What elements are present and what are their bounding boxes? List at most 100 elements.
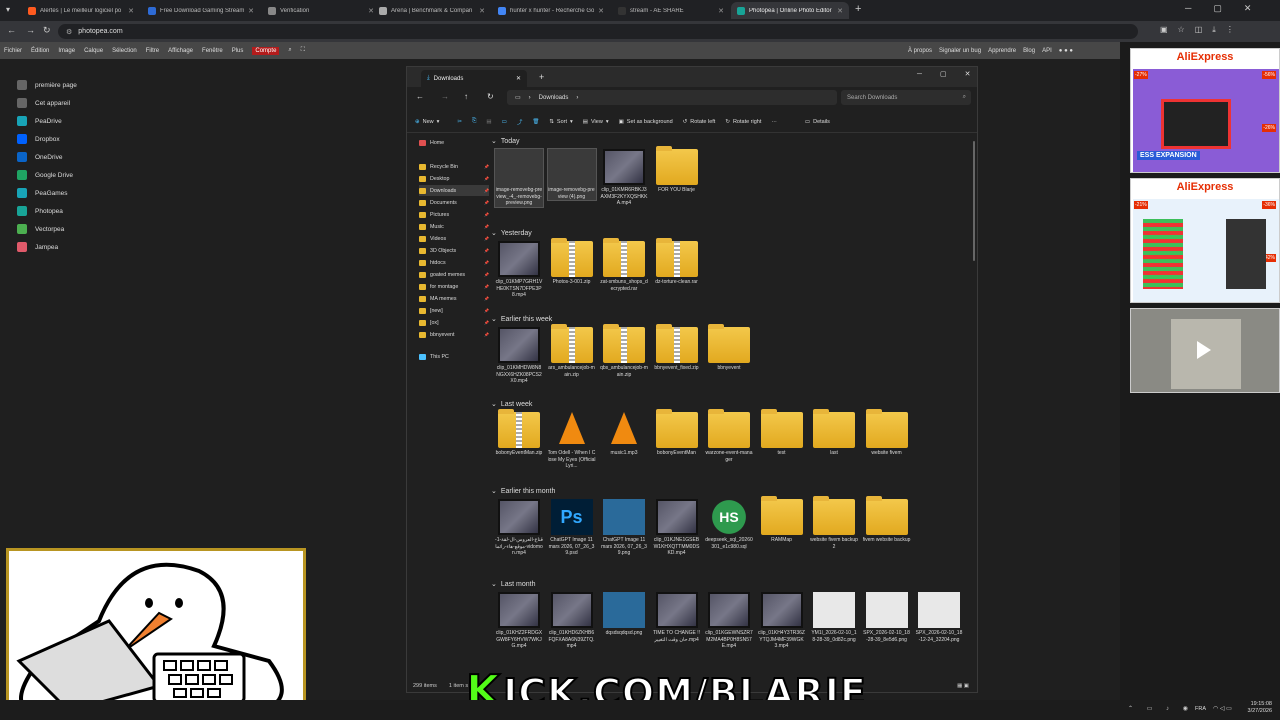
file-item[interactable]: website fivem backup 2 <box>810 496 858 550</box>
rotate-right-button[interactable]: ↻ Rotate right <box>725 119 761 125</box>
account-button[interactable]: Compte <box>252 46 280 55</box>
file-item[interactable]: clip_01KMP7GRH1VHE0KTSN7DFPE3P8.mp4 <box>495 241 543 299</box>
file-item[interactable]: bbnyevent <box>705 324 753 372</box>
forward-icon[interactable]: → <box>26 25 35 35</box>
file-item[interactable]: SPX_2026-02-10_18-12-24_32204.png <box>915 592 963 643</box>
storage-item[interactable]: Cet appareil <box>17 98 70 108</box>
file-item[interactable]: clip_01KMR6RBKJ3AXM3F2KYXQSHKKA.mp4 <box>600 149 648 207</box>
nav-item[interactable]: MA memes 📌 <box>419 293 489 304</box>
link-blog[interactable]: Blog <box>1023 48 1035 54</box>
up-icon[interactable]: ↑ <box>464 92 468 101</box>
file-item[interactable]: clip_01KMHDW8N8NGXX6HZK08PCS2X0.mp4 <box>495 327 543 385</box>
file-item[interactable]: clip_01KH4Y3TR36ZYTQJM4MF39WGK3.mp4 <box>758 592 806 650</box>
storage-item[interactable]: Dropbox <box>17 134 60 144</box>
storage-item[interactable]: première page <box>17 80 77 90</box>
browser-tab[interactable]: hunter x hunter - Recherche Go ✕ <box>492 2 610 19</box>
browser-tab[interactable]: Photopea | Online Photo Editor ✕ <box>731 2 849 19</box>
file-item[interactable]: ChatGPT Image 11 mars 2026, 07_26_39.png <box>600 499 648 557</box>
file-item[interactable]: clip_01KJNE1GSEBW1KHXQTTMM0DSKD.mp4 <box>653 499 701 557</box>
tray-icons[interactable]: ⌃ ▭ ♪ ◉ <box>1128 705 1194 712</box>
file-item[interactable]: music1.mp3 <box>600 412 648 457</box>
file-item[interactable]: image-removebg-preview (4).png <box>546 147 597 202</box>
file-item[interactable]: clip_01KGEWNSZR7M2MA4BP0H8SN57E.mp4 <box>705 592 753 650</box>
menu-item[interactable]: Filtre <box>146 48 159 54</box>
explorer-tab[interactable]: ⤓ Downloads ✕ <box>421 70 527 87</box>
file-item[interactable]: fivem website backup <box>863 496 911 544</box>
browser-tab[interactable]: Alertes | Le meilleur logiciel po ✕ <box>22 2 140 19</box>
nav-item[interactable]: Pictures 📌 <box>419 209 489 220</box>
storage-item[interactable]: OneDrive <box>17 152 62 162</box>
close-tab-icon[interactable]: ✕ <box>248 7 254 15</box>
nav-item[interactable]: goated memes 📌 <box>419 269 489 280</box>
paste-icon[interactable]: ▤ <box>486 119 491 125</box>
menu-item[interactable]: Calque <box>84 48 103 54</box>
file-item[interactable]: zat-smbuns_shops_decrypted.rar <box>600 238 648 292</box>
browser-tab[interactable]: Arena | Benchmark & Compari ✕ <box>373 2 491 19</box>
breadcrumb[interactable]: ▭ › Downloads › <box>507 90 837 105</box>
copy-icon[interactable]: ⎘ <box>472 118 476 125</box>
nav-item[interactable]: Home <box>419 137 489 148</box>
social-icons[interactable]: ● ● ● <box>1059 48 1073 54</box>
file-item[interactable]: HS deepseek_sql_20260301_e1c980.sql <box>705 499 753 550</box>
file-item[interactable]: clip_01KHD6ZKHB6FQFXA8A6N39ZTQ.mp4 <box>548 592 596 650</box>
link-learn[interactable]: Apprendre <box>988 48 1016 54</box>
file-item[interactable]: last <box>810 409 858 457</box>
file-item[interactable]: TIME TO CHANGE !! حان وقت التغيير.mp4 <box>653 592 701 643</box>
scrollbar[interactable] <box>973 141 975 261</box>
view-toggle-icons[interactable]: ▦ ▣ <box>957 683 969 689</box>
file-item[interactable]: Photos-3-001.zip <box>548 238 596 286</box>
file-item[interactable]: dz-torture-clean.rar <box>653 238 701 286</box>
link-api[interactable]: API <box>1042 48 1052 54</box>
share-icon[interactable]: ⤴ <box>517 118 523 126</box>
group-header[interactable]: ⌄ Earlier this month <box>491 487 555 496</box>
nav-item[interactable]: Videos 📌 <box>419 233 489 244</box>
storage-item[interactable]: PeaGames <box>17 188 68 198</box>
sort-button[interactable]: ⇅ Sort ▾ <box>549 119 572 125</box>
input-language[interactable]: FRA <box>1195 706 1206 712</box>
group-header[interactable]: ⌄ Earlier this week <box>491 315 552 324</box>
nav-item[interactable]: Music 📌 <box>419 221 489 232</box>
nav-item[interactable]: Recycle Bin 📌 <box>419 161 489 172</box>
file-item[interactable]: warzone-event-manager <box>705 409 753 463</box>
file-item[interactable]: image-removebg-preview_-4_-removebg-prev… <box>494 148 544 208</box>
video-ad[interactable] <box>1130 308 1280 393</box>
forward-icon[interactable]: → <box>441 92 449 101</box>
details-button[interactable]: ▭ Details <box>805 119 830 125</box>
rename-icon[interactable]: ▭ <box>502 119 507 125</box>
file-item[interactable]: website fivem <box>863 409 911 457</box>
back-icon[interactable]: ← <box>7 25 16 35</box>
storage-item[interactable]: PeaDrive <box>17 116 62 126</box>
rotate-left-button[interactable]: ↺ Rotate left <box>683 119 716 125</box>
file-item[interactable]: ars_ambulancejob-main.zip <box>548 324 596 378</box>
file-item[interactable]: FOR YOU Blarje <box>653 146 701 194</box>
window-buttons[interactable]: ─▢✕ <box>917 70 988 78</box>
file-item[interactable]: clip_01KHZ2FRDGXGW8FY6HVW7WKJG.mp4 <box>495 592 543 650</box>
file-item[interactable]: RAMMap <box>758 496 806 544</box>
browser-tab[interactable]: stream - AE SHARE ✕ <box>612 2 730 19</box>
file-item[interactable]: bobonyEventMan.zip <box>495 409 543 457</box>
close-tab-icon[interactable]: ✕ <box>128 7 134 15</box>
menu-item[interactable]: Édition <box>31 48 49 54</box>
file-item[interactable]: dqsdsqdqsd.png <box>600 592 648 637</box>
reload-icon[interactable]: ↻ <box>43 25 51 36</box>
link-report-bug[interactable]: Signaler un bug <box>939 48 981 54</box>
ad-banner-1[interactable]: AliExpress -27% -56% -26% ESS EXPANSION <box>1130 48 1280 173</box>
menu-item[interactable]: Sélection <box>112 48 137 54</box>
play-icon[interactable] <box>1197 341 1211 359</box>
file-item[interactable]: Ps ChatGPT Image 11 mars 2026, 07_26_39.p… <box>548 499 596 557</box>
menu-item[interactable]: Affichage <box>168 48 193 54</box>
close-tab-icon[interactable]: ✕ <box>598 7 604 15</box>
nav-item[interactable]: [ox] 📌 <box>419 317 489 328</box>
menu-item[interactable]: Fenêtre <box>202 48 223 54</box>
group-header[interactable]: ⌄ Last week <box>491 400 532 409</box>
nav-item[interactable]: Documents 📌 <box>419 197 489 208</box>
search-icon[interactable]: ⌕ <box>288 47 291 54</box>
storage-item[interactable]: Jampea <box>17 242 58 252</box>
file-item[interactable]: Tom Odell - When I Close My Eyes (Offici… <box>548 412 596 470</box>
delete-icon[interactable]: 🗑 <box>532 119 539 125</box>
close-tab-icon[interactable]: ✕ <box>479 7 485 15</box>
nav-item[interactable]: Downloads 📌 <box>419 185 489 196</box>
back-icon[interactable]: ← <box>416 92 424 101</box>
nav-item[interactable]: This PC <box>419 351 489 362</box>
close-tab-icon[interactable]: ✕ <box>718 7 724 15</box>
